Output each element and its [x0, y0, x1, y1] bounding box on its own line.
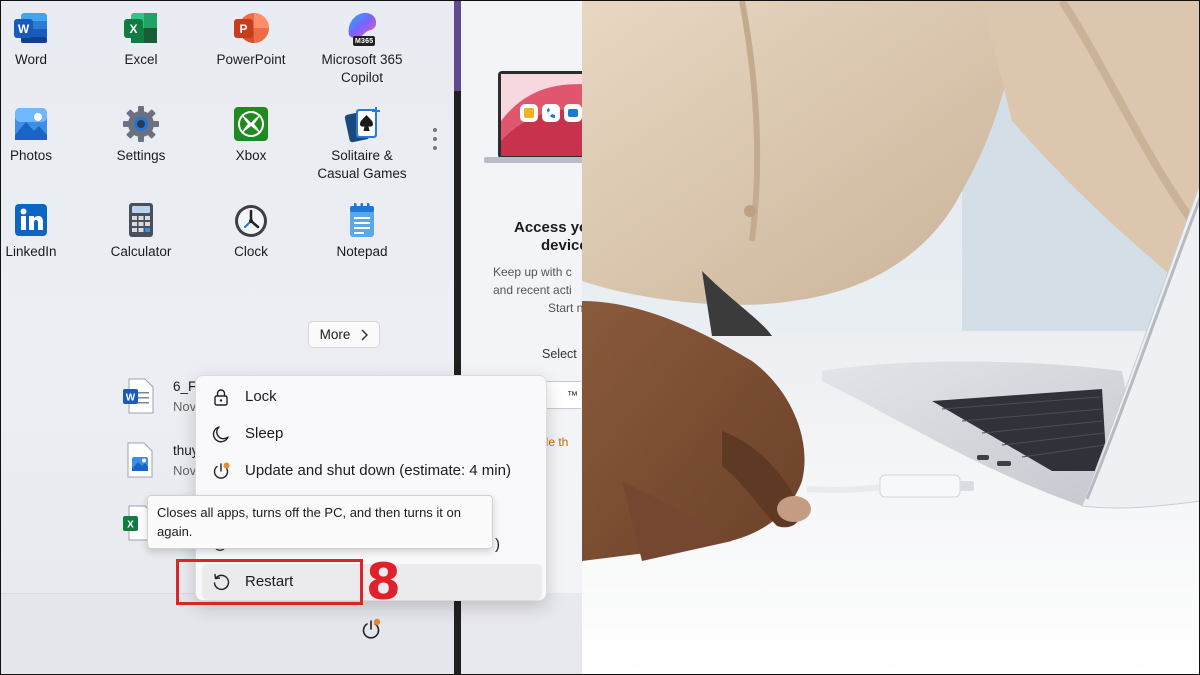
pinned-app-linkedin[interactable]: LinkedIn [1, 201, 86, 261]
pinned-app-solitaire[interactable]: Solitaire & Casual Games [307, 105, 417, 183]
svg-text:P: P [239, 22, 247, 36]
app-label: Excel [124, 52, 158, 67]
lock-icon [214, 389, 228, 406]
linkedin-icon [12, 201, 50, 239]
image-file-icon [121, 441, 155, 479]
copilot-icon: M365 [343, 9, 381, 47]
app-label: PowerPoint [216, 52, 286, 67]
app-label: Notepad [336, 244, 388, 259]
settings-icon [122, 105, 160, 143]
pinned-app-powerpoint[interactable]: P PowerPoint [196, 9, 306, 69]
power-menu-label: Lock [245, 388, 277, 405]
pinned-apps-grid: W Word X Excel P PowerPoint M365 Microso… [1, 1, 451, 301]
more-button[interactable]: More [308, 321, 380, 348]
photos-icon [12, 105, 50, 143]
svg-text:W: W [18, 22, 30, 36]
update-shutdown-icon [213, 462, 230, 479]
phone-panel-select-label: Select [542, 347, 577, 361]
phone-panel-description: Keep up with c and recent acti Start n [493, 263, 582, 317]
excel-icon: X [122, 9, 160, 47]
phone-panel-bottom [461, 593, 582, 674]
phone-panel-desc-line1: Keep up with c [493, 265, 572, 279]
app-label-line1: Microsoft 365 [321, 52, 403, 67]
powerpoint-icon: P [232, 9, 270, 47]
pinned-app-calculator[interactable]: Calculator [86, 201, 196, 261]
step-number-annotation: 8 [366, 553, 401, 611]
power-menu-label: Sleep [245, 425, 284, 442]
pinned-app-settings[interactable]: Settings [86, 105, 196, 165]
start-menu: W Word X Excel P PowerPoint M365 Microso… [1, 1, 582, 674]
app-label-line2: Copilot [340, 70, 384, 85]
pinned-app-photos[interactable]: Photos [1, 105, 86, 165]
word-doc-icon: W [121, 377, 155, 415]
svg-text:X: X [129, 22, 137, 36]
recommended-subtitle: Nov [173, 399, 197, 414]
phone-panel-title-line2: device [541, 237, 582, 254]
xbox-icon [232, 105, 270, 143]
pinned-app-copilot[interactable]: M365 Microsoft 365 Copilot [307, 9, 417, 87]
photo-person-unplugging-laptop [582, 1, 1199, 674]
app-label: Word [14, 52, 47, 67]
calculator-icon [122, 201, 160, 239]
laptop-illustration [484, 71, 582, 163]
app-label-line1: Solitaire & [331, 148, 393, 163]
shutdown-partial-text: ) [495, 536, 500, 553]
phone-panel-desc-line3: Start n [548, 301, 582, 315]
phone-panel-desc-line2: and recent acti [493, 283, 572, 297]
svg-text:W: W [126, 393, 136, 404]
app-label: LinkedIn [5, 244, 57, 259]
page-dots-indicator[interactable] [431, 128, 439, 155]
highlight-box [176, 559, 363, 605]
recommended-subtitle: Nov [173, 463, 197, 478]
app-label: Xbox [235, 148, 267, 163]
sleep-icon [212, 426, 229, 443]
power-menu-item-update-shutdown[interactable]: Update and shut down (estimate: 4 min) [196, 453, 546, 489]
more-button-label: More [319, 327, 351, 342]
app-label: Clock [234, 244, 268, 259]
app-label: Settings [116, 148, 166, 163]
m365-badge: M365 [355, 38, 374, 45]
app-label: Photos [9, 148, 53, 163]
panel-divider-accent [454, 1, 461, 91]
pinned-app-notepad[interactable]: Notepad [307, 201, 417, 261]
app-label-line2: Casual Games [317, 166, 407, 181]
power-menu-label: Update and shut down (estimate: 4 min) [245, 462, 511, 479]
power-button[interactable] [360, 618, 382, 640]
pinned-app-clock[interactable]: Clock [196, 201, 306, 261]
solitaire-icon [343, 105, 381, 143]
app-label: Calculator [110, 244, 172, 259]
clock-icon [232, 201, 270, 239]
photo-illustration [582, 1, 1199, 674]
recommended-title: 6_F [173, 379, 197, 394]
pinned-app-word[interactable]: W Word [1, 9, 86, 69]
restart-tooltip: Closes all apps, turns off the PC, and t… [147, 495, 493, 549]
power-menu-item-lock[interactable]: Lock [196, 379, 546, 415]
pinned-app-xbox[interactable]: Xbox [196, 105, 306, 165]
pinned-app-excel[interactable]: X Excel [86, 9, 196, 69]
phone-panel-title-line1: Access yo [514, 219, 582, 236]
svg-text:X: X [127, 520, 134, 531]
word-icon: W [12, 9, 50, 47]
notepad-icon [343, 201, 381, 239]
chevron-right-icon [361, 328, 369, 341]
power-menu-item-sleep[interactable]: Sleep [196, 416, 546, 452]
phone-panel-option-text: ™ [567, 390, 578, 402]
power-icon [362, 618, 381, 639]
